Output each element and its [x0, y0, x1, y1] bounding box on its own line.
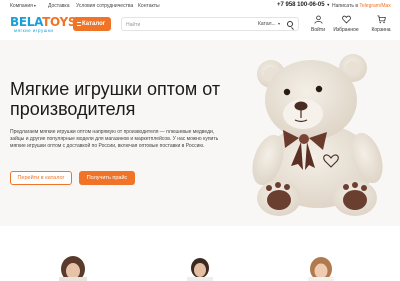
topbar-link-label: Компания: [10, 3, 33, 9]
menu-icon: [77, 22, 81, 26]
telegram-link[interactable]: Написать в Telegram/Max: [332, 3, 391, 9]
telegram-prefix: Написать в: [332, 3, 359, 9]
hero-section: Мягкие игрушки оптом от производителя Пр…: [0, 40, 400, 226]
get-price-button[interactable]: Получить прайс: [79, 171, 135, 185]
topbar-link-delivery[interactable]: Доставка: [48, 3, 69, 9]
search-bar: Катал... ▾: [121, 17, 299, 31]
teddy-bear-image: [252, 54, 383, 216]
login-button[interactable]: Войти: [305, 15, 331, 37]
user-icon: [305, 15, 331, 26]
go-to-catalog-button[interactable]: Перейти в каталог: [10, 171, 72, 185]
catalog-button-label: Каталог: [82, 21, 106, 27]
search-icon[interactable]: [287, 21, 293, 27]
chevron-down-icon: ▾: [278, 21, 281, 26]
favorites-button[interactable]: Избранное: [333, 15, 359, 37]
logo-subtitle: мягкие игрушки: [14, 28, 54, 33]
site-header: BELATOYS мягкие игрушки Каталог Катал...…: [0, 12, 400, 39]
search-scope-select[interactable]: Катал...: [258, 21, 276, 27]
topbar-link-terms[interactable]: Условия сотрудничества: [76, 3, 133, 9]
cart-label: Корзина: [371, 27, 391, 33]
person-photo[interactable]: [304, 256, 338, 281]
cart-button[interactable]: Корзина: [368, 15, 394, 37]
top-bar: Компания▾ Доставка Условия сотрудничеств…: [0, 0, 400, 12]
cart-icon: [368, 15, 394, 26]
chevron-down-icon: ▾: [327, 2, 330, 7]
topbar-link-contacts[interactable]: Контакты: [138, 3, 160, 9]
catalog-button[interactable]: Каталог: [73, 17, 111, 31]
category-cards-strip: [0, 226, 400, 281]
logo-wordmark: BELATOYS: [10, 15, 77, 29]
login-label: Войти: [311, 27, 325, 33]
topbar-link-company[interactable]: Компания▾: [10, 3, 36, 9]
site-logo[interactable]: BELATOYS мягкие игрушки: [10, 16, 77, 36]
person-photo[interactable]: [56, 256, 90, 281]
hero-title: Мягкие игрушки оптом от производителя: [10, 79, 221, 119]
logo-main: BELA: [10, 15, 43, 29]
person-photo[interactable]: [183, 256, 217, 281]
logo-accent: TOYS: [42, 15, 77, 29]
telegram-link-label: Telegram/Max: [359, 3, 391, 9]
search-input[interactable]: [126, 20, 246, 29]
phone-text: +7 958 100-06-05: [277, 2, 325, 8]
chevron-down-icon: ▾: [33, 3, 36, 8]
hero-description: Предлагаем мягкие игрушки оптом напрямую…: [10, 129, 219, 150]
phone-number[interactable]: +7 958 100-06-05 ▾: [277, 2, 329, 8]
heart-icon: [333, 15, 359, 26]
favorites-label: Избранное: [333, 27, 359, 33]
